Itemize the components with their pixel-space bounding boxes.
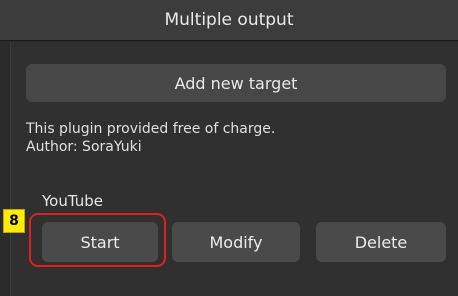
start-button[interactable]: Start [42, 222, 158, 262]
plugin-info: This plugin provided free of charge. Aut… [26, 120, 446, 156]
step-badge: 8 [3, 209, 25, 233]
window-title: Multiple output [0, 0, 458, 41]
modify-button[interactable]: Modify [172, 222, 300, 262]
delete-button[interactable]: Delete [316, 222, 446, 262]
plugin-info-line: This plugin provided free of charge. [26, 121, 276, 137]
add-new-target-button[interactable]: Add new target [26, 64, 446, 102]
target-name-label: YouTube [42, 192, 103, 210]
author-line: Author: SoraYuki [26, 139, 142, 155]
